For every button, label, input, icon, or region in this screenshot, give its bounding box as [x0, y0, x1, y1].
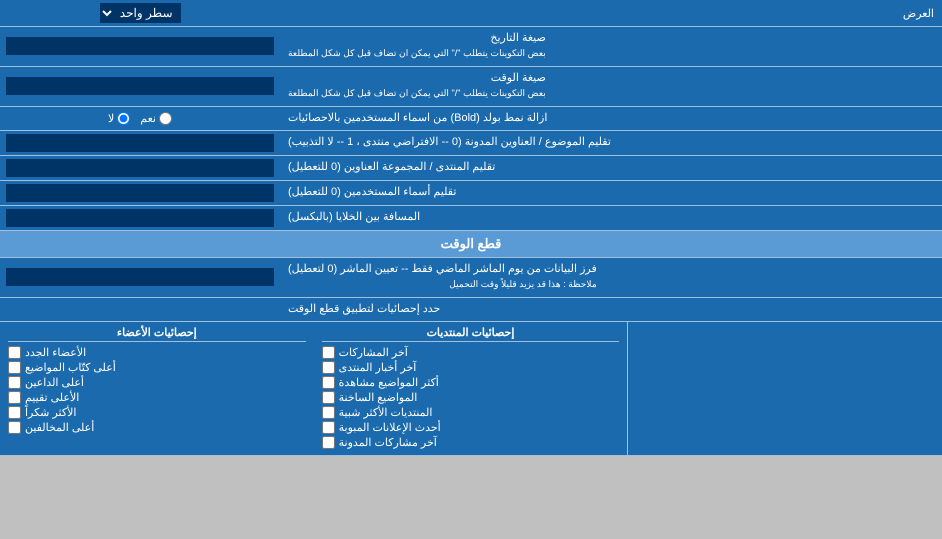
row-bold-remove: ازالة نمط بولد (Bold) من اسماء المستخدمي… [0, 107, 942, 131]
label-arrd: العرض [280, 3, 942, 24]
label-forum-trim: تقليم المنتدى / المجموعة العناوين (0 للت… [280, 156, 942, 180]
checkbox-item-top-posters: أعلى كتّاب المواضيع [8, 361, 306, 374]
input-cell-spacing: 2 [0, 206, 280, 230]
checkbox-item-most-viewed: أكثر المواضيع مشاهدة [322, 376, 620, 389]
section-header-cutoff: قطع الوقت [0, 231, 942, 258]
checkbox-hot-topics[interactable] [322, 391, 335, 404]
checkbox-col-members-header: إحصائيات الأعضاء [8, 326, 306, 342]
checkbox-most-thanked[interactable] [8, 406, 21, 419]
label-time-format: صيغة الوقتبعض التكوينات يتطلب "/" التي ي… [280, 67, 942, 106]
checkbox-item-top-inviters: أعلى الداعين [8, 376, 306, 389]
row-topics-order: تقليم الموضوع / العناوين المدونة (0 -- ا… [0, 131, 942, 156]
row-date-format: صيغة التاريخبعض التكوينات يتطلب "/" التي… [0, 27, 942, 67]
input-cell-users: 0 [0, 181, 280, 205]
row-checkbox-header: حدد إحصائيات لتطبيق قطع الوقت [0, 298, 942, 322]
checkbox-col-members: إحصائيات الأعضاء الأعضاء الجدد أعلى كتّا… [0, 322, 314, 455]
label-date-format: صيغة التاريخبعض التكوينات يتطلب "/" التي… [280, 27, 942, 66]
main-container: العرض سطر واحد صيغة التاريخبعض التكوينات… [0, 0, 942, 456]
checkbox-last-posts[interactable] [322, 346, 335, 359]
checkbox-item-top-violators: أعلى المخالفين [8, 421, 306, 434]
checkbox-col-forums: إحصائيات المنتديات آخر المشاركات آخر أخب… [314, 322, 629, 455]
input-cell-topics: 33 [0, 131, 280, 155]
label-checkbox-header: حدد إحصائيات لتطبيق قطع الوقت [280, 298, 942, 321]
checkbox-columns: إحصائيات المنتديات آخر المشاركات آخر أخب… [0, 322, 942, 456]
date-format-input[interactable]: d-m [6, 37, 274, 55]
cell-spacing-input[interactable]: 2 [6, 209, 274, 227]
row-users-trim: تقليم أسماء المستخدمين (0 للتعطيل) 0 [0, 181, 942, 206]
users-trim-input[interactable]: 0 [6, 184, 274, 202]
label-cutoff-days: فرز البيانات من يوم الماشر الماضي فقط --… [280, 258, 942, 297]
checkbox-new-members[interactable] [8, 346, 21, 359]
checkbox-similar-forums[interactable] [322, 406, 335, 419]
time-format-input[interactable]: H:i [6, 77, 274, 95]
row-forum-trim: تقليم المنتدى / المجموعة العناوين (0 للت… [0, 156, 942, 181]
checkbox-top-posters[interactable] [8, 361, 21, 374]
topics-order-input[interactable]: 33 [6, 134, 274, 152]
checkbox-classifieds[interactable] [322, 421, 335, 434]
checkbox-item-hot-topics: المواضيع الساخنة [322, 391, 620, 404]
radio-yes[interactable] [159, 112, 172, 125]
checkbox-item-top-rated: الأعلى تقييم [8, 391, 306, 404]
checkbox-blog-posts[interactable] [322, 436, 335, 449]
forum-trim-input[interactable]: 33 [6, 159, 274, 177]
checkbox-top-inviters[interactable] [8, 376, 21, 389]
checkbox-top-violators[interactable] [8, 421, 21, 434]
radio-yes-label[interactable]: نعم [140, 112, 172, 125]
radio-cell-bold: نعم لا [0, 107, 280, 130]
checkbox-item-classifieds: أحدث الإعلانات المبوبة [322, 421, 620, 434]
top-row: العرض سطر واحد [0, 0, 942, 27]
checkbox-item-blog-posts: آخر مشاركات المدونة [322, 436, 620, 449]
radio-no[interactable] [117, 112, 130, 125]
single-line-select[interactable]: سطر واحد [100, 3, 181, 23]
checkbox-item-forum-news: آخر أخبار المنتدى [322, 361, 620, 374]
label-topics-order: تقليم الموضوع / العناوين المدونة (0 -- ا… [280, 131, 942, 155]
checkbox-item-last-posts: آخر المشاركات [322, 346, 620, 359]
row-cutoff-days: فرز البيانات من يوم الماشر الماضي فقط --… [0, 258, 942, 298]
label-cell-spacing: المسافة بين الخلايا (بالبكسل) [280, 206, 942, 230]
checkbox-col-forums-header: إحصائيات المنتديات [322, 326, 620, 342]
label-users-trim: تقليم أسماء المستخدمين (0 للتعطيل) [280, 181, 942, 205]
input-cell-checkbox-header [0, 298, 280, 321]
input-cell-forum: 33 [0, 156, 280, 180]
input-cell-time: H:i [0, 67, 280, 106]
checkbox-item-most-thanked: الأكثر شكراً [8, 406, 306, 419]
input-cell-cutoff: 0 [0, 258, 280, 297]
checkbox-most-viewed[interactable] [322, 376, 335, 389]
empty-col [628, 322, 942, 455]
radio-no-label[interactable]: لا [108, 112, 130, 125]
checkbox-forum-news[interactable] [322, 361, 335, 374]
checkbox-item-similar-forums: المنتديات الأكثر شبية [322, 406, 620, 419]
row-cell-spacing: المسافة بين الخلايا (بالبكسل) 2 [0, 206, 942, 231]
cutoff-days-input[interactable]: 0 [6, 268, 274, 286]
checkbox-top-rated[interactable] [8, 391, 21, 404]
input-cell-date: d-m [0, 27, 280, 66]
checkbox-item-new-members: الأعضاء الجدد [8, 346, 306, 359]
input-cell-top: سطر واحد [0, 0, 280, 26]
label-bold-remove: ازالة نمط بولد (Bold) من اسماء المستخدمي… [280, 107, 942, 130]
row-time-format: صيغة الوقتبعض التكوينات يتطلب "/" التي ي… [0, 67, 942, 107]
